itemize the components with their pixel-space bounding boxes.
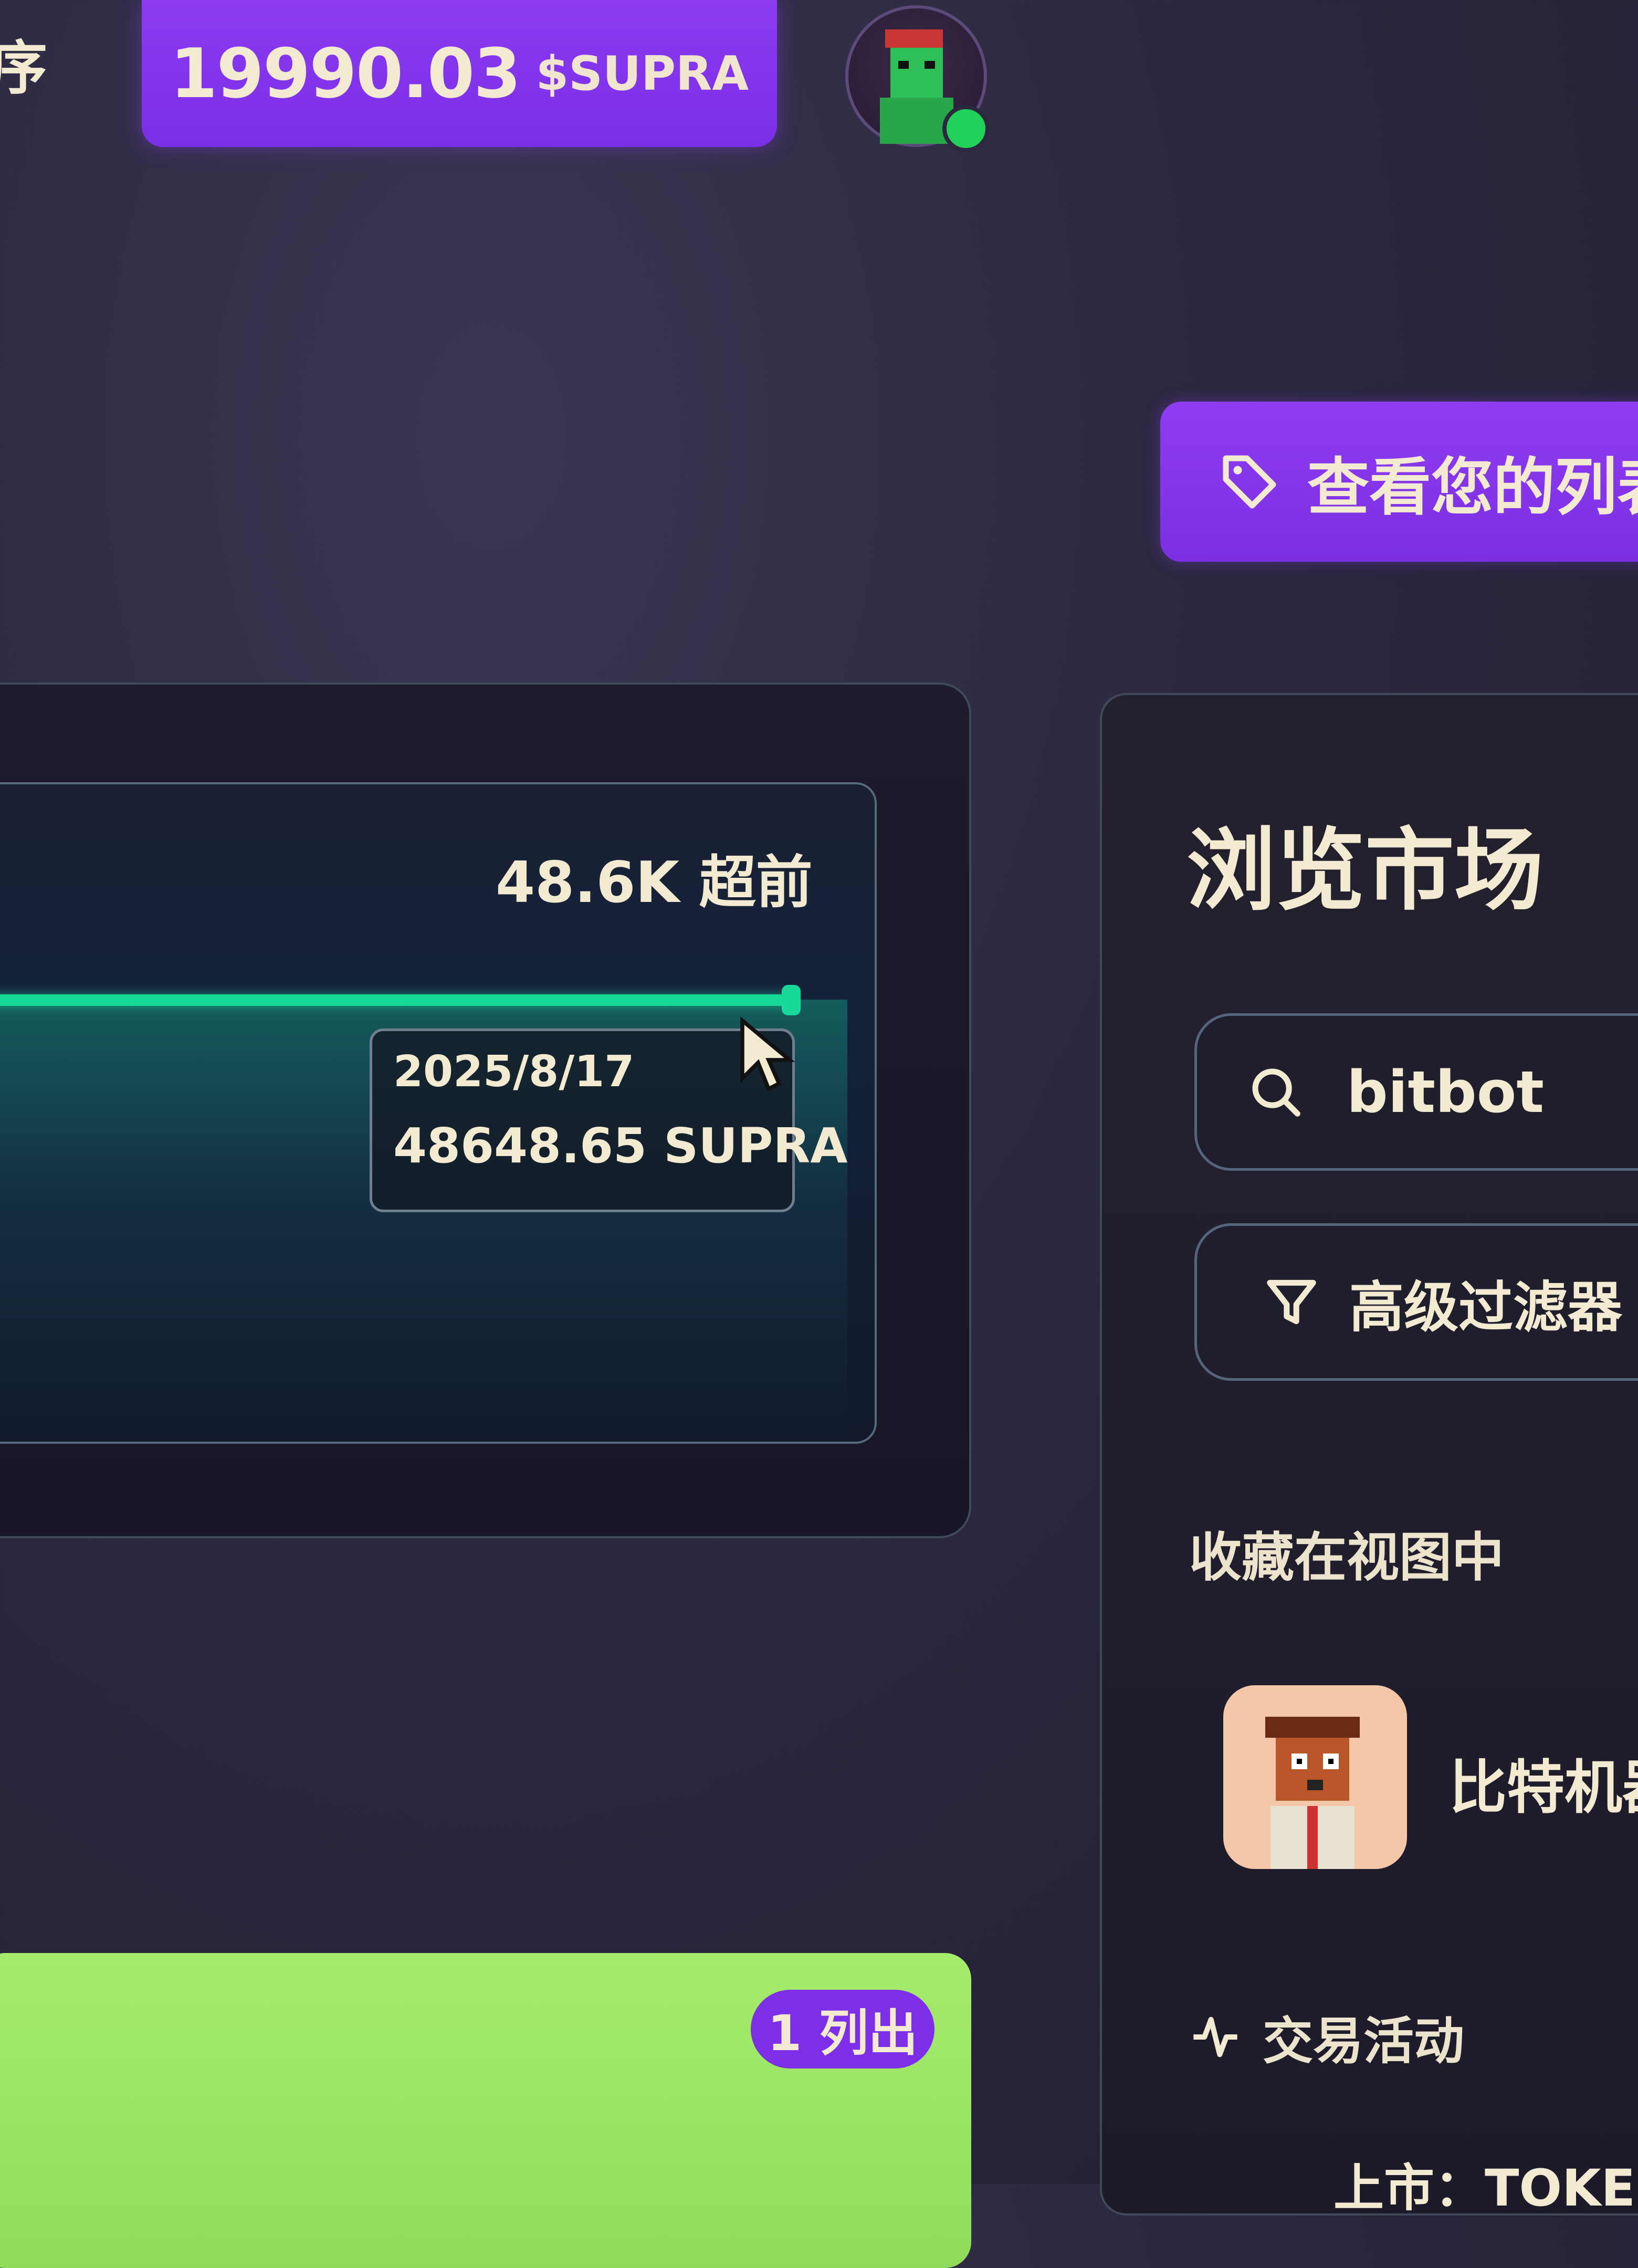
search-value: bitbot <box>1347 1058 1544 1126</box>
pixel-character-icon <box>1265 1717 1360 1869</box>
filter-icon <box>1267 1279 1316 1325</box>
chart-price-line <box>0 994 790 1006</box>
listed-count-badge: 1 列出 <box>751 1990 934 2068</box>
activity-label: 交易活动 <box>1263 2012 1464 2071</box>
header-edge-text: 序 <box>0 35 47 102</box>
tag-icon <box>1223 455 1276 508</box>
activity-pulse-icon <box>1193 2017 1237 2057</box>
chart-hover-point[interactable] <box>782 985 801 1015</box>
collection-thumbnail[interactable] <box>1223 1685 1407 1869</box>
trading-activity-header[interactable]: 交易活动 <box>1189 2000 1464 2073</box>
mouse-cursor-icon <box>740 1016 795 1092</box>
balance-amount: 19990.03 <box>170 34 521 113</box>
tooltip-date: 2025/8/17 <box>393 1047 635 1097</box>
view-listings-label: 查看您的列表 <box>1307 451 1638 523</box>
view-listings-button[interactable]: 查看您的列表 <box>1160 402 1638 562</box>
market-search-input[interactable]: bitbot <box>1194 1013 1638 1171</box>
favorites-heading: 收藏在视图中 <box>1189 1527 1504 1588</box>
filter-label: 高级过滤器 <box>1349 1275 1623 1339</box>
advanced-filter-button[interactable]: 高级过滤器 <box>1194 1223 1638 1381</box>
market-title: 浏览市场 <box>1186 819 1544 923</box>
tooltip-value: 48648.65 SUPRA <box>393 1118 848 1174</box>
chart-tooltip: 2025/8/17 48648.65 SUPRA <box>370 1028 848 1212</box>
online-status-dot <box>942 105 990 152</box>
chart-max-label: 48.6K 超前 <box>496 850 813 916</box>
collection-name[interactable]: 比特机器 <box>1449 1740 1638 1824</box>
wallet-balance-button[interactable]: 19990.03 $SUPRA <box>142 0 777 147</box>
balance-unit: $SUPRA <box>536 46 749 101</box>
listed-count-label: 1 列出 <box>767 2005 918 2062</box>
search-icon <box>1252 1068 1300 1117</box>
price-chart[interactable]: 48.6K 超前 2025/8/17 48648.65 SUPRA <box>0 782 877 1444</box>
